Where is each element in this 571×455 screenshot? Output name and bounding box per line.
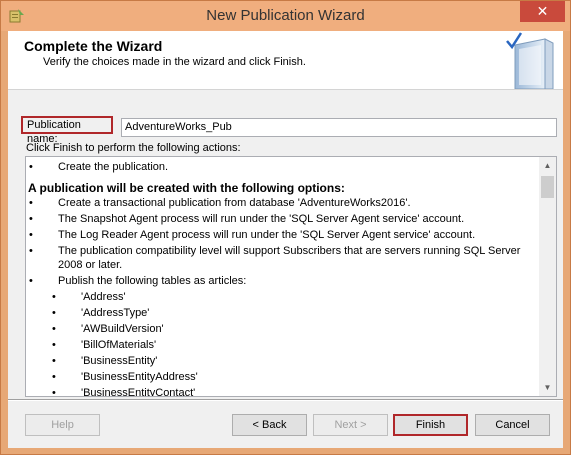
close-button[interactable]: ✕ xyxy=(520,1,565,22)
article-name: 'BusinessEntity' xyxy=(81,355,158,367)
bullet: • xyxy=(52,371,56,383)
scroll-up-icon[interactable]: ▲ xyxy=(539,157,556,174)
bullet: • xyxy=(29,229,33,241)
wizard-header: Complete the Wizard Verify the choices m… xyxy=(8,31,563,90)
bullet: • xyxy=(29,213,33,225)
option-text: The publication compatibility level will… xyxy=(58,245,521,271)
scrollbar-thumb[interactable] xyxy=(541,176,554,198)
article-item: • 'AWBuildVersion' xyxy=(26,322,541,336)
publication-name-field[interactable]: AdventureWorks_Pub xyxy=(121,118,557,137)
summary-content: • Create the publication. A publication … xyxy=(26,160,541,397)
article-name: 'BusinessEntityContact' xyxy=(81,387,196,397)
article-name: 'Address' xyxy=(81,291,126,303)
action-text: Create the publication. xyxy=(58,161,169,173)
bullet: • xyxy=(29,161,33,173)
option-text: The Log Reader Agent process will run un… xyxy=(58,229,476,241)
button-bar: Help < Back Next > Finish Cancel xyxy=(8,399,563,448)
finish-button-label: Finish xyxy=(415,419,446,431)
article-item: • 'BusinessEntityAddress' xyxy=(26,370,541,384)
page-subtitle: Verify the choices made in the wizard an… xyxy=(43,56,306,68)
bullet: • xyxy=(52,307,56,319)
article-name: 'AWBuildVersion' xyxy=(81,323,164,335)
scroll-down-icon[interactable]: ▼ xyxy=(539,379,556,396)
list-item: • Create a transactional publication fro… xyxy=(26,196,541,210)
list-item: • The publication compatibility level wi… xyxy=(26,244,541,272)
article-item: • 'Address' xyxy=(26,290,541,304)
option-text: Create a transactional publication from … xyxy=(58,197,411,209)
article-name: 'AddressType' xyxy=(81,307,150,319)
list-item: • The Snapshot Agent process will run un… xyxy=(26,212,541,226)
help-button[interactable]: Help xyxy=(25,414,100,436)
article-item: • 'BusinessEntity' xyxy=(26,354,541,368)
summary-scrollbar[interactable]: ▲ ▼ xyxy=(539,157,556,396)
list-item: • The Log Reader Agent process will run … xyxy=(26,228,541,242)
actions-summary-box[interactable]: • Create the publication. A publication … xyxy=(25,156,557,397)
publication-name-label: Publication name: xyxy=(21,116,113,145)
actions-caption: Click Finish to perform the following ac… xyxy=(26,142,241,154)
list-item: • Create the publication. xyxy=(26,160,541,174)
article-name: 'BusinessEntityAddress' xyxy=(81,371,198,383)
article-name: 'BillOfMaterials' xyxy=(81,339,157,351)
bullet: • xyxy=(29,275,33,287)
article-item: • 'AddressType' xyxy=(26,306,541,320)
bullet: • xyxy=(29,197,33,209)
bullet: • xyxy=(52,291,56,303)
article-item: • 'BillOfMaterials' xyxy=(26,338,541,352)
option-text: The Snapshot Agent process will run unde… xyxy=(58,213,465,225)
page-title: Complete the Wizard xyxy=(24,38,163,54)
close-icon: ✕ xyxy=(536,3,549,19)
option-text: Publish the following tables as articles… xyxy=(58,275,247,287)
back-button[interactable]: < Back xyxy=(232,414,307,436)
options-heading: A publication will be created with the f… xyxy=(28,181,345,195)
bullet: • xyxy=(52,387,56,397)
window-title: New Publication Wizard xyxy=(206,7,365,24)
article-item: • 'BusinessEntityContact' xyxy=(26,386,541,397)
finish-button[interactable]: Finish xyxy=(393,414,468,436)
wizard-client-area: Complete the Wizard Verify the choices m… xyxy=(8,31,563,448)
list-item: • Publish the following tables as articl… xyxy=(26,274,541,288)
bullet: • xyxy=(29,245,33,257)
cancel-button[interactable]: Cancel xyxy=(475,414,550,436)
bullet: • xyxy=(52,355,56,367)
wizard-book-icon xyxy=(506,32,554,89)
bullet: • xyxy=(52,323,56,335)
divider xyxy=(8,399,563,401)
bullet: • xyxy=(52,339,56,351)
wizard-window: New Publication Wizard ✕ Complete the Wi… xyxy=(0,0,571,455)
title-bar[interactable]: New Publication Wizard ✕ xyxy=(1,1,570,31)
next-button[interactable]: Next > xyxy=(313,414,388,436)
